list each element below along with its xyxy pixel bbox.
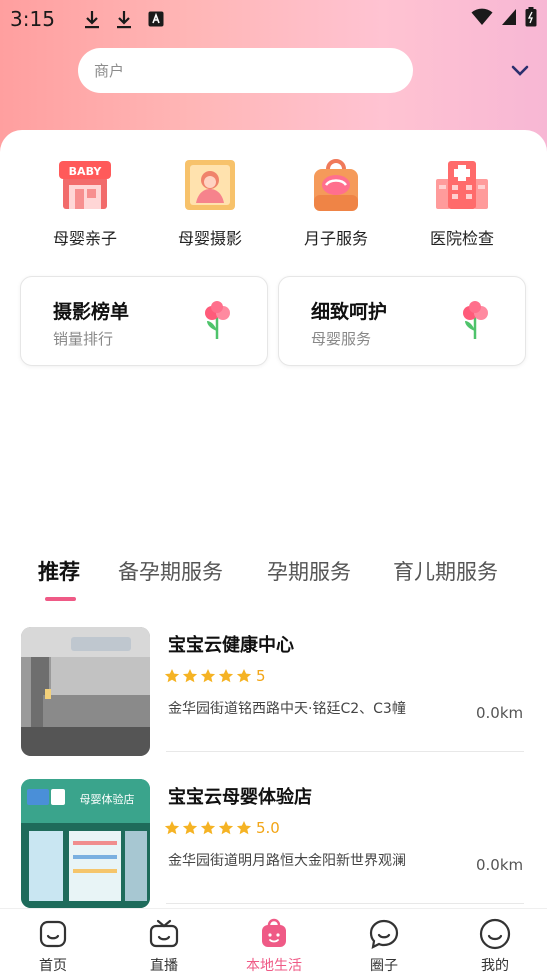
nav-mine[interactable]: 我的 bbox=[455, 917, 535, 975]
nav-label: 本地生活 bbox=[246, 958, 302, 974]
rating-value: 5.0 bbox=[256, 819, 280, 837]
svg-text:BABY: BABY bbox=[69, 165, 103, 178]
flower-icon bbox=[205, 301, 230, 339]
chevron-down-icon[interactable] bbox=[508, 60, 532, 82]
category-label: 母婴摄影 bbox=[177, 229, 242, 248]
rating-stars: 5 bbox=[164, 667, 266, 685]
category-hospital[interactable]: 医院检查 bbox=[407, 155, 517, 249]
nav-label: 直播 bbox=[150, 958, 178, 974]
chat-bubble-icon bbox=[369, 919, 399, 949]
shop-distance: 0.0km bbox=[476, 704, 524, 722]
category-label: 母婴亲子 bbox=[52, 229, 117, 248]
rank-card-subtitle: 母婴服务 bbox=[311, 330, 372, 348]
shop-address: 金华园街道明月路恒大金阳新世界观澜 bbox=[168, 853, 406, 869]
local-life-bag-icon bbox=[262, 918, 286, 947]
star-icon bbox=[236, 821, 252, 835]
star-icon bbox=[218, 821, 234, 835]
hospital-icon bbox=[436, 161, 488, 209]
star-icon bbox=[200, 669, 216, 683]
shop-name: 宝宝云健康中心 bbox=[168, 635, 294, 656]
battery-icon bbox=[525, 7, 537, 31]
wifi-icon bbox=[471, 8, 493, 30]
star-icon bbox=[182, 669, 198, 683]
rank-card-title: 摄影榜单 bbox=[53, 301, 130, 323]
star-icon bbox=[164, 821, 180, 835]
nav-local-life[interactable]: 本地生活 bbox=[234, 917, 314, 975]
category-baby-parenting[interactable]: BABY 母婴亲子 bbox=[30, 155, 140, 249]
rating-stars: 5.0 bbox=[164, 819, 280, 837]
profile-face-icon bbox=[479, 918, 511, 950]
download-icon bbox=[115, 8, 133, 30]
star-icon bbox=[182, 821, 198, 835]
nav-circle[interactable]: 圈子 bbox=[344, 917, 424, 975]
search-input[interactable] bbox=[94, 61, 413, 80]
status-time: 3:15 bbox=[10, 7, 55, 31]
rating-value: 5 bbox=[256, 667, 266, 685]
category-grid: BABY 母婴亲子 母婴摄影 月子服务 医院检查 bbox=[0, 155, 547, 250]
rank-card-subtitle: 销量排行 bbox=[53, 330, 114, 348]
bottom-nav: 首页 直播 本地生活 圈子 我的 bbox=[0, 908, 547, 979]
tv-icon bbox=[149, 919, 179, 948]
star-icon bbox=[164, 669, 180, 683]
shop-photo bbox=[21, 627, 150, 756]
home-face-icon bbox=[39, 920, 67, 948]
shop-name: 宝宝云母婴体验店 bbox=[168, 787, 312, 808]
search-bar[interactable] bbox=[78, 48, 413, 93]
tab-active-indicator bbox=[45, 597, 76, 601]
category-baby-photo[interactable]: 母婴摄影 bbox=[155, 155, 265, 249]
nav-label: 圈子 bbox=[370, 958, 398, 974]
service-tabs: 推荐 备孕期服务 孕期服务 育儿期服务 bbox=[0, 556, 547, 606]
divider bbox=[166, 903, 524, 904]
category-label: 医院检查 bbox=[429, 229, 494, 248]
nav-label: 首页 bbox=[39, 958, 67, 974]
baby-store-icon: BABY bbox=[59, 161, 111, 209]
rank-card-photo[interactable]: 摄影榜单 销量排行 bbox=[20, 276, 268, 366]
star-icon bbox=[200, 821, 216, 835]
status-bar: 3:15 bbox=[0, 0, 547, 38]
nav-live[interactable]: 直播 bbox=[124, 917, 204, 975]
baby-photo-icon bbox=[185, 160, 235, 210]
shop-photo: 母婴体验店 bbox=[21, 779, 150, 908]
category-confinement[interactable]: 月子服务 bbox=[281, 155, 391, 249]
list-item[interactable]: 母婴体验店 宝宝云母婴体验店 5.0 金华园街道明月路恒大金阳新世界观澜 0.0… bbox=[0, 779, 547, 919]
category-label: 月子服务 bbox=[303, 229, 368, 248]
tab-parenting[interactable]: 育儿期服务 bbox=[393, 556, 498, 586]
nav-home[interactable]: 首页 bbox=[13, 917, 93, 975]
star-icon bbox=[218, 669, 234, 683]
tab-recommend[interactable]: 推荐 bbox=[38, 556, 80, 586]
shop-distance: 0.0km bbox=[476, 856, 524, 874]
confinement-bag-icon bbox=[314, 159, 358, 211]
svg-text:母婴体验店: 母婴体验店 bbox=[80, 792, 135, 806]
shop-address: 金华园街道铭西路中天·铭廷C2、C3幢 bbox=[168, 701, 406, 717]
nav-label: 我的 bbox=[481, 958, 509, 974]
flower-icon bbox=[463, 301, 488, 339]
divider bbox=[166, 751, 524, 752]
tab-preconception[interactable]: 备孕期服务 bbox=[118, 556, 223, 586]
rank-card-care[interactable]: 细致呵护 母婴服务 bbox=[278, 276, 526, 366]
tab-pregnancy[interactable]: 孕期服务 bbox=[267, 556, 351, 586]
accessibility-a-icon bbox=[147, 8, 165, 30]
star-icon bbox=[236, 669, 252, 683]
rank-card-title: 细致呵护 bbox=[311, 301, 388, 323]
signal-icon bbox=[501, 8, 517, 30]
list-item[interactable]: 宝宝云健康中心 5 金华园街道铭西路中天·铭廷C2、C3幢 0.0km bbox=[0, 627, 547, 767]
download-icon bbox=[83, 8, 101, 30]
